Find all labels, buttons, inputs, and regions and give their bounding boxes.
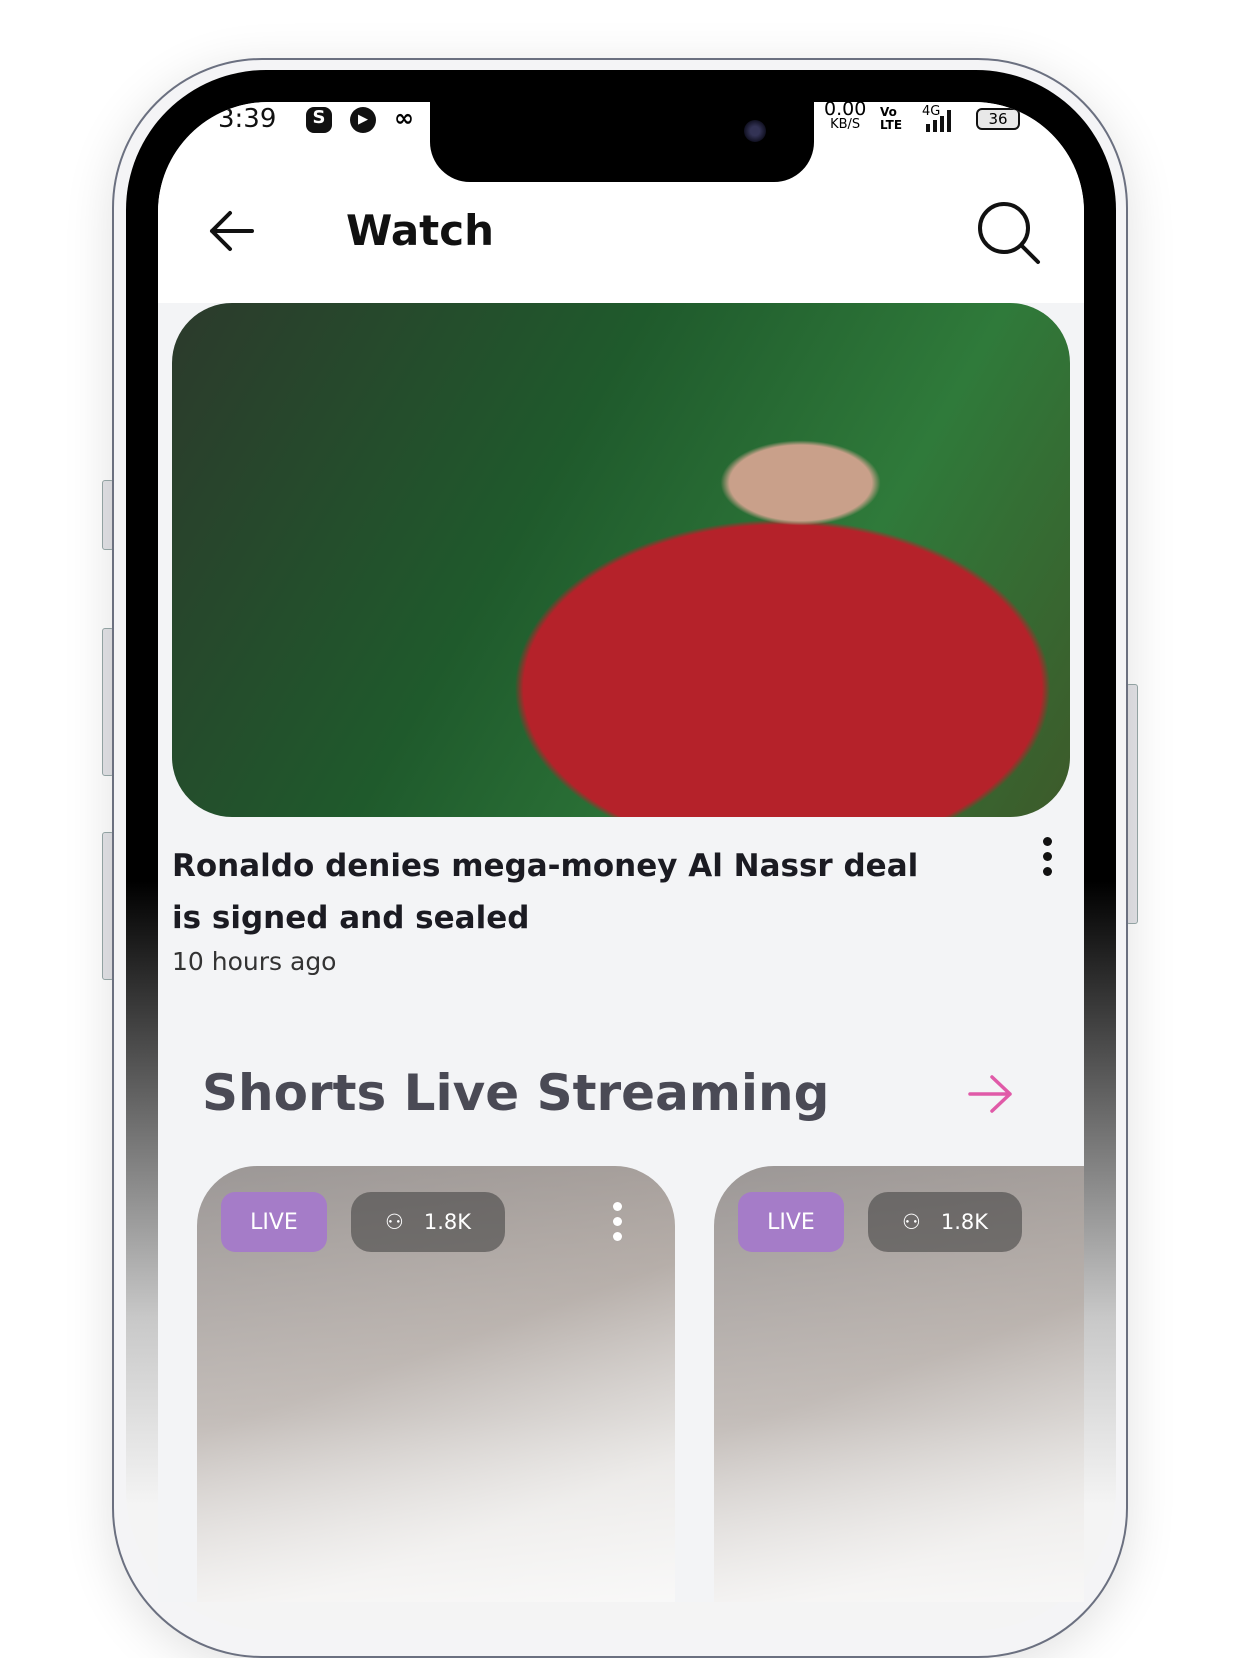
infinity-icon: ∞ (394, 104, 414, 132)
viewer-count-value: 1.8K (940, 1210, 988, 1234)
live-short-card[interactable]: LIVE ⚇ 1.8K (714, 1166, 1084, 1602)
viewer-count: ⚇ 1.8K (868, 1192, 1022, 1252)
volte-indicator: Vo LTE (880, 105, 903, 132)
more-options-icon[interactable] (613, 1202, 622, 1241)
net-speed: 0.00 KB/S (824, 102, 866, 132)
battery-icon: 36 (976, 108, 1020, 130)
live-badge: LIVE (738, 1192, 844, 1252)
app-screen: Watch 3:39 S ▶ ∞ 0.00 KB/S Vo LTE 4G 36 R… (158, 102, 1084, 1602)
live-badge: LIVE (221, 1192, 327, 1252)
featured-time: 10 hours ago (172, 947, 337, 976)
net-speed-unit: KB/S (830, 117, 861, 132)
camera-notch (430, 102, 814, 182)
viewers-icon: ⚇ (902, 1210, 921, 1234)
featured-video-thumbnail[interactable] (172, 303, 1070, 817)
arrow-right-icon[interactable] (968, 1074, 1014, 1114)
camera-icon (744, 120, 766, 142)
play-icon: ▶ (350, 107, 376, 133)
arrow-left-icon[interactable] (208, 210, 254, 252)
section-title: Shorts Live Streaming (202, 1064, 830, 1122)
app-s-icon: S (306, 107, 332, 133)
net-speed-value: 0.00 (824, 102, 867, 120)
more-options-icon[interactable] (1043, 837, 1052, 876)
featured-headline[interactable]: Ronaldo denies mega-money Al Nassr deal … (172, 840, 932, 944)
viewer-count-value: 1.8K (423, 1210, 471, 1234)
live-short-card[interactable]: LIVE ⚇ 1.8K (197, 1166, 675, 1602)
viewer-count: ⚇ 1.8K (351, 1192, 505, 1252)
signal-icon (926, 110, 951, 132)
status-time: 3:39 (218, 104, 277, 134)
search-icon[interactable] (976, 200, 1042, 266)
viewers-icon: ⚇ (385, 1210, 404, 1234)
page-title: Watch (346, 206, 495, 255)
